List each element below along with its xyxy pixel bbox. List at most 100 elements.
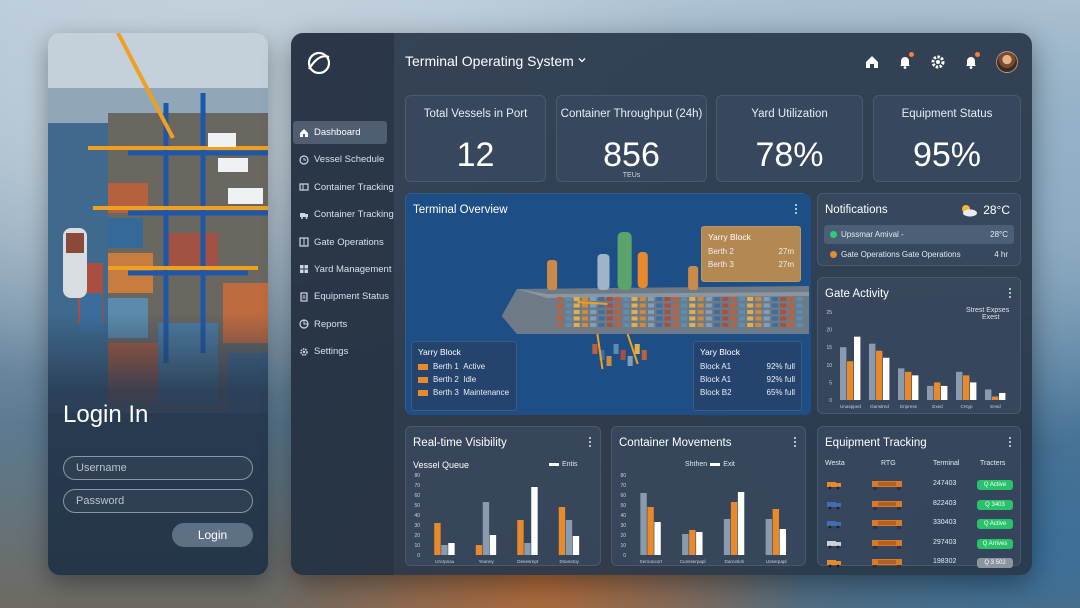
map-container bbox=[656, 316, 663, 321]
map-container bbox=[755, 316, 762, 321]
truck-icon bbox=[827, 482, 841, 490]
map-container bbox=[614, 310, 621, 314]
sidebar-item-equipment-status[interactable]: Equipment Status bbox=[293, 285, 393, 308]
y-tick-label: 0 bbox=[417, 553, 420, 559]
sidebar-item-yard-management[interactable]: Yard Management bbox=[293, 258, 393, 281]
sidebar-item-settings[interactable]: Settings bbox=[293, 340, 393, 363]
column-header: Westa bbox=[825, 460, 845, 467]
map-container bbox=[565, 323, 572, 327]
map-container bbox=[606, 310, 613, 314]
notification-item[interactable]: Upssmar Amival - 28°C bbox=[824, 225, 1014, 244]
x-tick-label: Urorpnau bbox=[435, 559, 455, 564]
username-field[interactable] bbox=[63, 456, 253, 480]
map-container bbox=[639, 316, 646, 321]
more-options-icon[interactable] bbox=[1008, 288, 1012, 300]
bar bbox=[689, 530, 696, 555]
notifications-button[interactable] bbox=[897, 52, 914, 70]
column-header: Tracters bbox=[980, 460, 1006, 467]
map-container bbox=[697, 297, 704, 301]
map-container bbox=[780, 310, 787, 314]
map-container bbox=[714, 323, 721, 327]
map-container bbox=[672, 310, 679, 314]
y-tick-label: 20 bbox=[826, 328, 832, 334]
bar bbox=[898, 368, 905, 400]
chart-legend: Shthen Exit bbox=[685, 461, 735, 468]
bar bbox=[682, 534, 689, 555]
map-container bbox=[656, 323, 663, 327]
callout-label: Block A1 bbox=[700, 362, 732, 371]
equipment-tracking-card: Equipment Tracking Westa RTG Terminal Tr… bbox=[817, 426, 1021, 568]
sidebar-item-gate-operations[interactable]: Gate Operations bbox=[293, 231, 393, 254]
table-row[interactable]: 330403 Q Active bbox=[818, 516, 1020, 534]
map-container bbox=[771, 310, 778, 314]
gear-icon[interactable] bbox=[930, 54, 946, 70]
notification-item[interactable]: Gate Operations Gate Operations 4 hr bbox=[824, 245, 1014, 264]
login-button[interactable]: Login bbox=[172, 523, 253, 547]
more-options-icon[interactable] bbox=[1008, 437, 1012, 449]
map-container bbox=[592, 344, 598, 354]
x-tick-label: Dsanetoy bbox=[560, 559, 580, 564]
map-container bbox=[738, 323, 745, 327]
bar bbox=[696, 532, 703, 555]
kpi-label: Yard Utilization bbox=[751, 108, 828, 120]
y-tick-label: 40 bbox=[414, 513, 420, 519]
map-container bbox=[705, 316, 712, 321]
vessel-queue-chart: 80 70 60 50 40 30 20 10 0 Urorpnau Yeaney Desesrept… bbox=[414, 473, 580, 564]
map-container bbox=[755, 303, 762, 308]
sidebar-item-vessel-schedule[interactable]: Vessel Schedule bbox=[293, 148, 393, 171]
bar bbox=[434, 523, 441, 555]
clock-icon bbox=[299, 155, 309, 165]
map-container bbox=[590, 323, 597, 327]
sidebar-item-label: Container Tracking bbox=[314, 181, 394, 193]
password-field[interactable] bbox=[63, 489, 253, 513]
callout-label: Berth 2 bbox=[433, 375, 459, 384]
map-container bbox=[565, 310, 572, 314]
top-icons bbox=[847, 51, 1018, 73]
map-container bbox=[606, 323, 613, 327]
equipment-id: 297403 bbox=[933, 538, 957, 546]
y-tick-label: 5 bbox=[829, 380, 832, 386]
map-container bbox=[705, 323, 712, 327]
table-row[interactable]: 822403 Q 3403 bbox=[818, 497, 1020, 515]
bar bbox=[723, 519, 731, 555]
x-tick-label: Eesd bbox=[990, 404, 1001, 409]
sidebar-item-label: Container Tracking bbox=[314, 209, 394, 221]
bar bbox=[854, 336, 861, 400]
avatar[interactable] bbox=[996, 51, 1018, 73]
equipment-id: 247403 bbox=[933, 480, 957, 487]
more-options-icon[interactable] bbox=[794, 204, 798, 216]
x-tick-label: Exed bbox=[932, 404, 943, 409]
legend-label: Entis bbox=[562, 461, 578, 468]
bar bbox=[847, 361, 854, 400]
y-tick-label: 30 bbox=[414, 523, 420, 529]
map-container bbox=[681, 303, 688, 308]
callout-label: Berth 2 bbox=[708, 247, 734, 256]
bar bbox=[531, 487, 538, 555]
gate-activity-card: Gate Activity Strest Expses Exest 25 20 15… bbox=[817, 277, 1021, 414]
x-tick-label: Desesrept bbox=[517, 559, 539, 564]
map-container bbox=[705, 303, 712, 308]
table-row[interactable]: 247403 Q Active bbox=[818, 477, 1020, 495]
map-container bbox=[705, 310, 712, 314]
chevron-down-icon[interactable] bbox=[577, 55, 587, 65]
callout-label: Berth 1 bbox=[433, 362, 459, 371]
map-container bbox=[689, 297, 696, 301]
card-title: Real-time Visibility bbox=[413, 437, 507, 449]
map-container bbox=[565, 316, 572, 321]
map-container bbox=[581, 316, 588, 321]
map-container bbox=[623, 297, 630, 301]
sidebar-item-container-tracking[interactable]: Container Tracking bbox=[293, 176, 394, 199]
sidebar-item-label: Vessel Schedule bbox=[314, 154, 385, 166]
table-row[interactable]: 198302 Q 3 502 bbox=[818, 555, 1020, 573]
sidebar-item-reports[interactable]: Reports bbox=[293, 313, 393, 336]
more-options-icon[interactable] bbox=[793, 437, 797, 449]
sidebar-item-container-tracking-2[interactable]: Container Tracking bbox=[293, 203, 394, 226]
map-container bbox=[620, 350, 626, 360]
table-row[interactable]: 297403 Q Arrives bbox=[818, 536, 1020, 554]
alerts-button[interactable] bbox=[963, 52, 980, 70]
map-container bbox=[730, 303, 737, 308]
home-icon[interactable] bbox=[864, 54, 880, 70]
map-container bbox=[623, 316, 630, 321]
sidebar-item-dashboard[interactable]: Dashboard bbox=[293, 121, 387, 144]
more-options-icon[interactable] bbox=[588, 437, 592, 449]
